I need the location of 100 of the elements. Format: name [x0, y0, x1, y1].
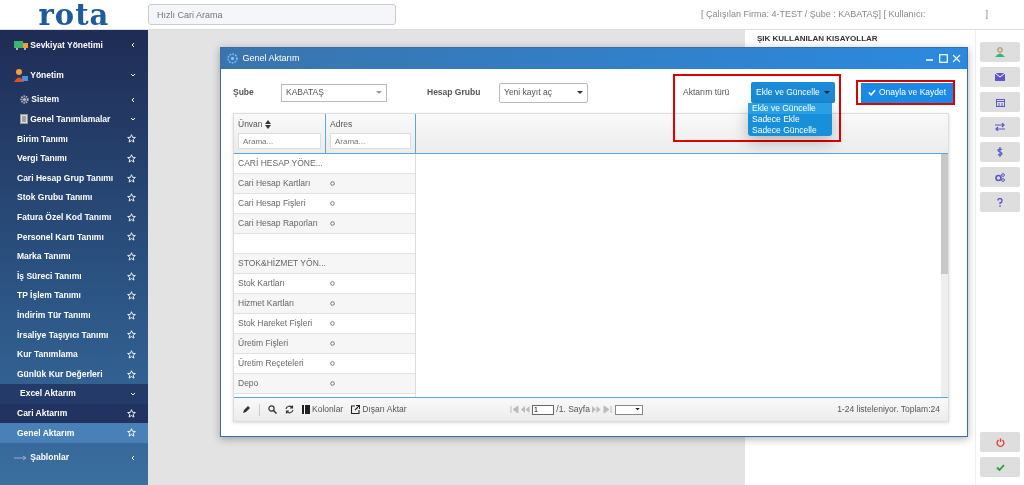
sidebar-item[interactable]: Cari Hesap Grup Tanımı	[0, 168, 148, 188]
arrow-icon	[14, 454, 28, 461]
table-cell: Stok Kartları	[238, 278, 285, 289]
sidebar-item[interactable]: Fatura Özel Kod Tanımı	[0, 207, 148, 228]
chevron-left-icon	[130, 96, 136, 103]
document-icon	[20, 114, 28, 125]
ring-icon	[329, 321, 335, 326]
column-header[interactable]: Adres	[330, 118, 353, 131]
sidebar-item[interactable]: Vergi Tanımı	[0, 148, 148, 169]
caret-icon	[376, 90, 382, 95]
star-icon	[127, 408, 136, 418]
save-button[interactable]: Onayla ve Kaydet	[861, 82, 954, 103]
filter-field[interactable]: Arama...	[238, 133, 321, 149]
transfer-type-select[interactable]: Ekle ve Güncelle	[751, 82, 835, 103]
last-page-icon[interactable]	[603, 405, 613, 414]
chevron-down-icon	[130, 72, 136, 78]
export-icon	[351, 405, 361, 414]
filter-field[interactable]: Arama...	[330, 133, 411, 149]
gear-icon	[227, 53, 238, 64]
sidebar-item[interactable]: İş Süreci Tanımı	[0, 266, 148, 286]
table-cell: Hizmet Kartları	[238, 298, 295, 309]
search-icon[interactable]	[268, 405, 277, 414]
record-count: 1-24 listeleniyor. Toplam:24	[837, 403, 940, 416]
power-icon	[995, 437, 1005, 447]
table-cell: Stok Hareket Fişleri	[238, 318, 313, 329]
maximize-icon[interactable]	[938, 54, 948, 63]
toolbar-button[interactable]	[980, 432, 1020, 452]
close-icon[interactable]	[952, 54, 961, 63]
branch-select[interactable]: KABATAŞ	[281, 83, 387, 102]
star-icon	[127, 173, 136, 183]
sidebar-item[interactable]: İrsaliye Taşıyıcı Tanımı	[0, 325, 148, 345]
field-label: Aktarım türü	[683, 86, 731, 99]
toolbar-button[interactable]	[980, 67, 1020, 87]
sidebar-item[interactable]: Genel Tanımlamalar	[0, 109, 148, 130]
star-icon	[127, 252, 136, 262]
page-size-select[interactable]	[614, 404, 643, 415]
sidebar-item[interactable]: TP İşlem Tanımı	[0, 285, 148, 306]
column-header[interactable]: Ünvan	[238, 118, 263, 131]
calendar-icon	[995, 97, 1005, 107]
toolbar-button[interactable]	[980, 167, 1020, 187]
page-count: /1. Sayfa	[556, 403, 590, 416]
toolbar-button[interactable]	[980, 42, 1020, 62]
sidebar-item[interactable]: Personel Kartı Tanımı	[0, 227, 148, 247]
sort-icon[interactable]	[264, 120, 271, 129]
table-cell-text: STOK&HİZMET YÖN...	[237, 257, 326, 270]
refresh-icon[interactable]	[285, 405, 294, 414]
ring-icon	[329, 221, 335, 226]
sidebar-item[interactable]: Marka Tanımı	[0, 246, 148, 267]
next-page-icon[interactable]	[592, 405, 602, 414]
star-icon	[127, 271, 136, 281]
star-icon	[127, 428, 136, 438]
star-icon	[127, 154, 136, 164]
check-icon	[868, 89, 876, 96]
sidebar-item[interactable]: İndirim Tür Tanımı	[0, 305, 148, 326]
toolbar-button[interactable]	[980, 142, 1020, 162]
sidebar-item[interactable]: Cari Aktarım	[0, 403, 148, 424]
gears-icon	[995, 172, 1005, 182]
toolbar-button[interactable]	[980, 92, 1020, 112]
chevron-left-icon	[130, 454, 136, 461]
field-label: Hesap Grubu	[427, 86, 482, 99]
pencil-icon[interactable]	[242, 405, 251, 414]
first-page-icon[interactable]	[509, 405, 519, 414]
table-cell: Üretim Reçeteleri	[238, 358, 304, 369]
session-info: [ Çalışılan Firma: 4-TEST / Şube : KABATAŞ] [ Kullanıcı:	[700, 7, 926, 21]
sidebar-item[interactable]: Stok Grubu Tanımı	[0, 187, 148, 208]
export-button[interactable]: Dışarı Aktar	[351, 403, 407, 416]
sidebar-item[interactable]: Sevkiyat Yönetimi	[0, 30, 148, 60]
truck-icon	[14, 40, 28, 50]
search-field[interactable]: Hızlı Cari Arama	[148, 4, 396, 25]
table-cell: Cari Hesap Raporları	[238, 218, 318, 229]
ring-icon	[329, 341, 335, 346]
star-icon	[127, 369, 136, 379]
star-icon	[127, 212, 136, 222]
gear-icon	[20, 95, 29, 105]
sidebar-item[interactable]: Genel Aktarım	[0, 423, 148, 443]
account-group-select[interactable]: Yeni kayıt aç	[499, 82, 588, 103]
prev-page-icon[interactable]	[520, 405, 530, 414]
star-icon	[127, 134, 136, 144]
columns-icon	[302, 405, 310, 414]
columns-button[interactable]: Kolonlar	[302, 403, 344, 416]
sidebar-item[interactable]: Günlük Kur Değerleri	[0, 364, 148, 384]
scrollbar[interactable]	[941, 154, 948, 397]
sidebar-item[interactable]: Sistem	[0, 90, 148, 110]
sidebar-item[interactable]: Birim Tanımı	[0, 129, 148, 149]
sidebar-item[interactable]: Yönetim	[0, 60, 148, 90]
table-cell: Cari Hesap Fişleri	[238, 198, 306, 209]
ring-icon	[329, 281, 335, 286]
transfer-icon	[995, 123, 1005, 131]
sidebar-item[interactable]: Şablonlar	[0, 442, 148, 473]
star-icon	[127, 330, 136, 340]
sidebar-item[interactable]: Kur Tanımlama	[0, 344, 148, 365]
toolbar-button[interactable]	[980, 192, 1020, 212]
table-cell: Cari Hesap Kartları	[238, 178, 311, 189]
dialog-title: Genel Aktarım	[242, 51, 300, 65]
check-icon	[995, 463, 1005, 471]
star-icon	[127, 310, 136, 320]
sidebar-group[interactable]: Excel Aktarım	[0, 383, 148, 404]
toolbar-button[interactable]	[980, 117, 1020, 137]
table-cell: Depo	[238, 378, 259, 389]
ring-icon	[329, 201, 335, 206]
